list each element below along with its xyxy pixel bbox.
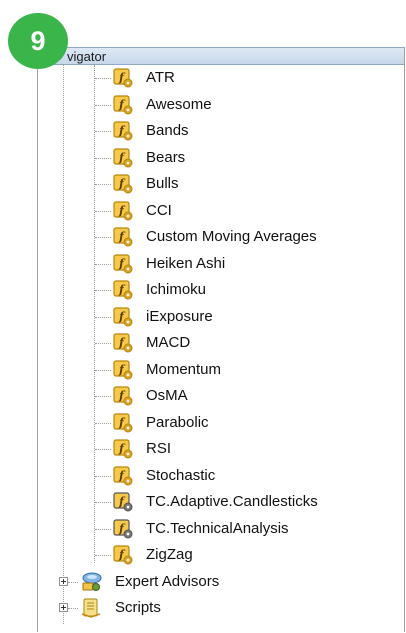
custom-indicator-icon: f (113, 94, 133, 115)
custom-indicator-icon: f (113, 227, 133, 247)
tree-connector (95, 475, 111, 477)
indicator-item[interactable]: f Parabolic (38, 410, 404, 436)
tree-connector (95, 263, 111, 265)
tree-connector (95, 528, 111, 530)
folder-label: Scripts (115, 599, 161, 616)
indicator-label: Bears (146, 148, 186, 166)
indicator-label: OsMA (146, 387, 188, 404)
indicator-label: Stochastic (146, 466, 216, 484)
indicator-label: TC.Adaptive.Candlesticks (146, 493, 318, 510)
indicator-item[interactable]: f Awesome (38, 92, 404, 118)
folder-label: Expert Advisors (115, 572, 220, 590)
custom-indicator-icon: f (113, 121, 133, 141)
custom-indicator-icon: f (113, 412, 133, 433)
tree-connector (95, 78, 111, 79)
custom-indicator-icon: f (113, 306, 133, 327)
custom-indicator-icon: f (113, 465, 133, 486)
indicator-label: Ichimoku (146, 281, 207, 298)
indicator-label: RSI (146, 440, 172, 457)
tree-connector (95, 104, 111, 106)
indicator-item[interactable]: f TC.Adaptive.Candlesticks (38, 489, 404, 515)
tree-connector (95, 396, 111, 397)
indicator-item[interactable]: f MACD (38, 330, 404, 356)
indicator-item[interactable]: f Bears (38, 145, 404, 171)
tree-folder-expert-advisors[interactable]: Expert Advisors (38, 569, 404, 595)
indicator-label: iExposure (146, 307, 213, 325)
navigator-title: vigator (67, 49, 107, 64)
tree-connector (95, 210, 111, 212)
indicator-label: TC.TechnicalAnalysis (146, 519, 289, 537)
scripts-icon (79, 597, 103, 619)
indicator-label: MACD (146, 334, 191, 351)
indicator-item[interactable]: f TC.TechnicalAnalysis (38, 516, 404, 542)
indicator-item[interactable]: f Bulls (38, 171, 404, 197)
indicator-label: Parabolic (146, 413, 209, 431)
indicator-item[interactable]: f RSI (38, 436, 404, 462)
indicator-item[interactable]: f Custom Moving Averages (38, 224, 404, 250)
custom-indicator-icon: f (113, 333, 133, 353)
navigator-window: vigator f ATR f Awesome f Bands f Bears f Bulls f C… (37, 47, 405, 632)
step-number: 9 (30, 26, 46, 56)
indicator-item[interactable]: f Bands (38, 118, 404, 144)
custom-indicator-icon: f (113, 68, 133, 88)
expand-plus-icon[interactable] (59, 603, 68, 612)
indicator-label: CCI (146, 201, 172, 219)
expand-plus-icon[interactable] (59, 576, 68, 586)
indicator-item[interactable]: f ZigZag (38, 542, 404, 568)
custom-indicator-icon: f (113, 439, 133, 459)
indicator-label: Momentum (146, 360, 222, 378)
indicator-label: Custom Moving Averages (146, 228, 317, 245)
step-badge: 9 (8, 13, 68, 69)
navigator-title-bar[interactable]: vigator (38, 47, 404, 65)
indicator-item[interactable]: f CCI (38, 198, 404, 224)
custom-indicator-icon: f (113, 545, 133, 565)
custom-indicator-icon: f (113, 359, 133, 380)
tree-connector (95, 290, 111, 291)
indicator-label: ZigZag (146, 546, 193, 563)
indicator-item[interactable]: f ATR (38, 65, 404, 91)
indicator-label: Heiken Ashi (146, 254, 226, 272)
tree-connector (68, 581, 78, 583)
expert-advisors-icon (79, 571, 103, 593)
tree-connector (95, 131, 111, 132)
tree-connector (68, 608, 78, 609)
custom-indicator-gray-icon: f (113, 518, 133, 539)
indicator-label: Bulls (146, 175, 179, 192)
indicator-item[interactable]: f Stochastic (38, 463, 404, 489)
tree-folder-scripts[interactable]: Scripts (38, 595, 404, 621)
custom-indicator-gray-icon: f (113, 492, 133, 512)
tree-connector (95, 502, 111, 503)
tree-connector (95, 237, 111, 238)
indicator-item[interactable]: f iExposure (38, 304, 404, 330)
custom-indicator-icon: f (113, 147, 133, 168)
tree-connector (95, 157, 111, 159)
tree-connector (95, 449, 111, 450)
tree-connector (95, 422, 111, 424)
custom-indicator-icon: f (113, 253, 133, 274)
custom-indicator-icon: f (113, 174, 133, 194)
screenshot-stage: 9 vigator f ATR f Awesome f Bands f Bears f Bulls… (0, 0, 406, 633)
indicator-item[interactable]: f Heiken Ashi (38, 251, 404, 277)
navigator-tree[interactable]: f ATR f Awesome f Bands f Bears f Bulls f CCI f Custo… (38, 65, 404, 632)
indicator-item[interactable]: f OsMA (38, 383, 404, 409)
indicator-label: Awesome (146, 95, 212, 113)
tree-connector (95, 369, 111, 371)
custom-indicator-icon: f (113, 386, 133, 406)
tree-connector (95, 184, 111, 185)
tree-connector (95, 343, 111, 344)
indicator-label: Bands (146, 122, 189, 139)
indicator-label: ATR (146, 69, 175, 86)
indicator-item[interactable]: f Ichimoku (38, 277, 404, 303)
custom-indicator-icon: f (113, 280, 133, 300)
tree-connector (95, 316, 111, 318)
tree-connector (95, 555, 111, 556)
indicator-item[interactable]: f Momentum (38, 357, 404, 383)
custom-indicator-icon: f (113, 200, 133, 221)
